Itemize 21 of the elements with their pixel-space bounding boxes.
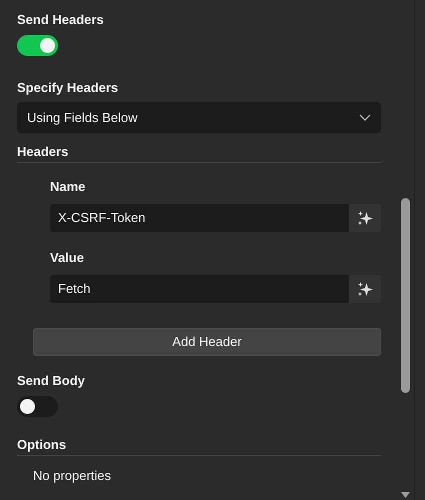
add-header-button[interactable]: Add Header (33, 328, 381, 356)
text-input[interactable]: X-CSRF-Token (50, 204, 349, 232)
dropdown-select[interactable]: Using Fields Below (17, 102, 381, 133)
toggle-switch[interactable] (17, 34, 58, 56)
field-label: Specify Headers (17, 80, 120, 96)
chevron-down-icon (359, 114, 371, 121)
sparkle-button[interactable] (349, 204, 381, 232)
section-heading: Options (17, 436, 381, 456)
empty-message: No properties (33, 468, 112, 484)
field-label: Send Headers (17, 12, 105, 28)
field-label: Send Body (17, 373, 86, 389)
section-heading: Headers (17, 143, 381, 163)
scroll-down-icon[interactable] (401, 492, 410, 498)
field-label: Value (50, 250, 85, 266)
sparkle-button[interactable] (349, 275, 381, 303)
field-label: Name (50, 179, 86, 195)
sparkle-icon (357, 281, 373, 297)
scrollbar-thumb[interactable] (401, 198, 410, 393)
sparkle-icon (357, 210, 373, 226)
toggle-switch[interactable] (17, 396, 58, 416)
text-input[interactable]: Fetch (50, 275, 349, 303)
